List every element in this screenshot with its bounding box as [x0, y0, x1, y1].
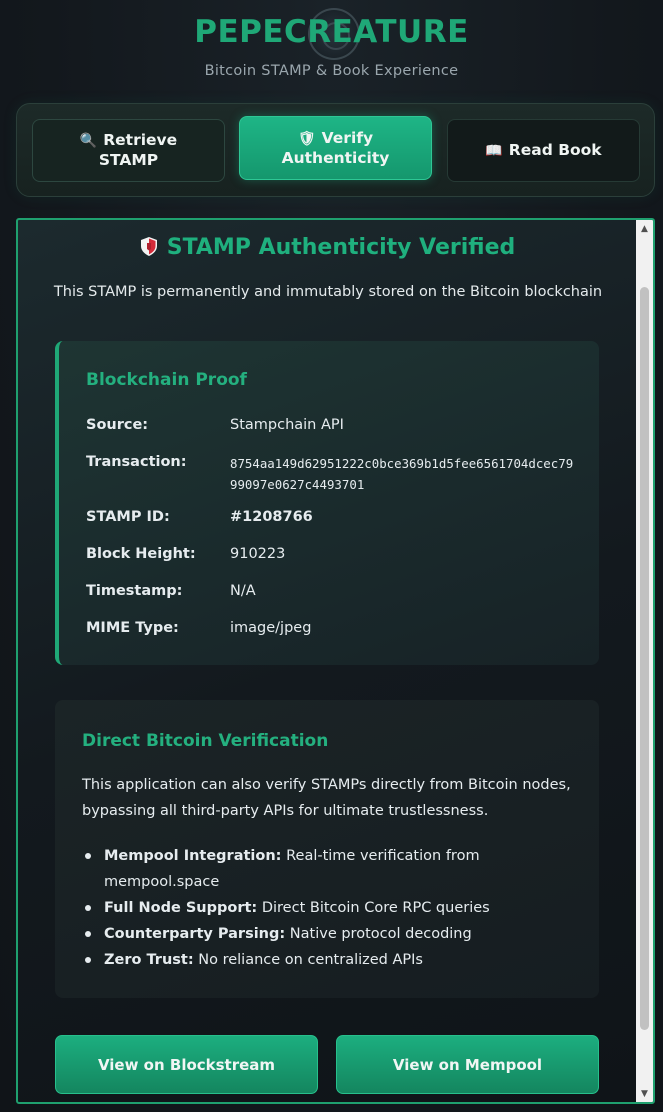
- tab-retrieve-stamp[interactable]: 🔍 Retrieve STAMP: [32, 119, 225, 182]
- feature-text: No reliance on centralized APIs: [193, 952, 423, 968]
- list-item: Full Node Support: Direct Bitcoin Core R…: [82, 895, 582, 921]
- blockchain-proof-card: Blockchain Proof Source: Stampchain API …: [55, 341, 599, 665]
- app-header: PEPECREATURE Bitcoin STAMP & Book Experi…: [0, 0, 663, 100]
- proof-value: 910223: [230, 546, 286, 562]
- proof-value: #1208766: [230, 509, 313, 525]
- scrollbar-thumb[interactable]: [640, 287, 649, 1030]
- direct-verification-card: Direct Bitcoin Verification This applica…: [55, 700, 599, 998]
- scroll-up-arrow-icon[interactable]: ▲: [636, 220, 653, 237]
- proof-label: MIME Type:: [86, 620, 179, 636]
- feature-name: Full Node Support:: [104, 900, 258, 916]
- feature-name: Mempool Integration:: [104, 848, 282, 864]
- shield-icon: 🛡: [297, 130, 316, 147]
- proof-label: STAMP ID:: [86, 509, 170, 525]
- view-on-mempool-button[interactable]: View on Mempool: [336, 1035, 599, 1094]
- scrollbar[interactable]: ▲ ▼: [636, 220, 653, 1102]
- feature-list: Mempool Integration: Real-time verificat…: [82, 843, 582, 973]
- verified-title-text: STAMP Authenticity Verified: [166, 235, 516, 260]
- app-title: PEPECREATURE: [194, 14, 469, 50]
- feature-name: Counterparty Parsing:: [104, 926, 286, 942]
- tab-retrieve-label-1: Retrieve: [103, 131, 178, 149]
- feature-text: Direct Bitcoin Core RPC queries: [257, 900, 490, 916]
- proof-label: Transaction:: [86, 454, 187, 470]
- list-item: Zero Trust: No reliance on centralized A…: [82, 947, 582, 973]
- tab-retrieve-label-2: STAMP: [98, 151, 159, 169]
- scroll-down-arrow-icon[interactable]: ▼: [636, 1085, 653, 1102]
- book-icon: 📖: [485, 142, 503, 159]
- tab-verify-authenticity[interactable]: 🛡 Verify Authenticity: [239, 116, 432, 180]
- proof-value: image/jpeg: [230, 620, 312, 636]
- proof-label: Source:: [86, 417, 149, 433]
- feature-name: Zero Trust:: [104, 952, 194, 968]
- direct-verification-description: This application can also verify STAMPs …: [82, 777, 571, 819]
- tab-read-label: Read Book: [508, 140, 602, 159]
- direct-verification-title: Direct Bitcoin Verification: [82, 731, 329, 751]
- transaction-hash: 8754aa149d62951222c0bce369b1d5fee6561704…: [230, 456, 574, 492]
- proof-label: Block Height:: [86, 546, 196, 562]
- proof-value: N/A: [230, 583, 256, 599]
- tab-verify-label-2: Authenticity: [281, 148, 390, 167]
- proof-value: Stampchain API: [230, 417, 344, 433]
- tab-read-book[interactable]: 📖 Read Book: [447, 119, 640, 182]
- verified-heading: STAMP Authenticity Verified: [18, 235, 638, 260]
- magnifier-icon: 🔍: [79, 133, 98, 149]
- verified-description: This STAMP is permanently and immutably …: [53, 284, 603, 300]
- list-item: Counterparty Parsing: Native protocol de…: [82, 921, 582, 947]
- feature-text: Native protocol decoding: [285, 926, 472, 942]
- blockchain-proof-title: Blockchain Proof: [86, 370, 247, 390]
- shield-icon: [140, 237, 157, 256]
- tab-verify-label-1: Verify: [321, 128, 374, 147]
- proof-label: Timestamp:: [86, 583, 183, 599]
- verification-panel: STAMP Authenticity Verified This STAMP i…: [16, 218, 655, 1104]
- list-item: Mempool Integration: Real-time verificat…: [82, 843, 582, 895]
- tab-bar: 🔍 Retrieve STAMP 🛡 Verify Authenticity 📖 Re…: [16, 103, 655, 197]
- view-on-blockstream-button[interactable]: View on Blockstream: [55, 1035, 318, 1094]
- app-subtitle: Bitcoin STAMP & Book Experience: [204, 63, 459, 79]
